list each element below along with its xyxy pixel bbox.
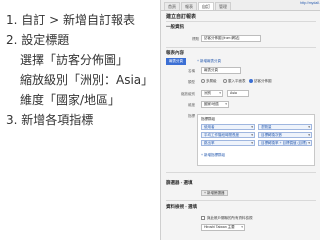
page-url[interactable]: http://mydall.my-... <box>300 1 320 5</box>
add-metric-group-link[interactable]: + 新增指標群組 <box>201 153 225 158</box>
zoom-region-input[interactable]: Asia <box>227 90 249 97</box>
type-option-label: 多層級 <box>206 79 217 83</box>
type-label: 類型 <box>188 80 195 84</box>
form-content: 建立自訂報表 一般資訊 標題 訪客分佈圖 [from 網站] 報表內容 報表分頁… <box>161 12 320 240</box>
view-section-title: 資料檢視 - 選填 <box>166 204 197 209</box>
tab-reports[interactable]: 報表 <box>181 2 197 10</box>
radio-selected-icon <box>249 79 253 84</box>
step-2: 2. 設定標題 <box>6 33 70 47</box>
name-input[interactable]: 報表分頁 <box>201 67 241 74</box>
metric-group-box: 指標群組 使用者 瀏覽量 平均工作階段時間長度 目標轉換次數 跳出率 目標轉換率… <box>197 114 315 166</box>
all-views-label: 與此帳戶關聯的所有資料檢視 <box>207 216 253 220</box>
page-title: 建立自訂報表 <box>166 14 197 20</box>
tab-home[interactable]: 首頁 <box>164 2 180 10</box>
all-views-checkbox[interactable] <box>201 216 205 220</box>
metric-chip[interactable]: 平均工作階段時間長度 <box>201 132 255 138</box>
metric-chip[interactable]: 跳出率 <box>201 140 255 146</box>
divider <box>166 47 316 48</box>
filter-section-title: 篩選器 - 選填 <box>166 180 193 185</box>
dimension-select[interactable]: 國家/地區 <box>201 101 229 108</box>
metric-label: 指標 <box>188 114 195 118</box>
step-2a: 選擇「訪客分佈圖」 <box>20 53 129 67</box>
instruction-panel: 1. 自訂 > 新增自訂報表 2. 設定標題 選擇「訪客分佈圖」 縮放級別「洲別… <box>0 0 160 240</box>
metric-group-title: 指標群組 <box>201 117 215 121</box>
metric-chip[interactable]: 使用者 <box>201 124 255 130</box>
type-table-radio[interactable]: 載入平面表 <box>223 79 246 84</box>
zoom-label: 縮放級別 <box>181 92 195 96</box>
report-editor-panel: 首頁 報表 自訂 管理 http://mydall.my-... 建立自訂報表 … <box>160 0 320 240</box>
dimension-label: 維度 <box>188 103 195 107</box>
step-1: 1. 自訂 > 新增自訂報表 <box>6 13 135 27</box>
type-option-label: 訪客分佈圖 <box>254 79 272 83</box>
radio-icon <box>201 79 205 84</box>
metric-chip[interactable]: 瀏覽量 <box>258 124 312 130</box>
name-label: 名稱 <box>188 69 195 73</box>
divider <box>166 21 316 22</box>
step-2c: 維度「國家/地區」 <box>20 93 121 107</box>
radio-icon <box>223 79 227 84</box>
tab-admin[interactable]: 管理 <box>215 2 231 10</box>
title-input[interactable]: 訪客分佈圖 [from 網站] <box>201 35 261 42</box>
metric-chip[interactable]: 目標轉換次數 <box>258 132 312 138</box>
type-option-label: 載入平面表 <box>228 79 246 83</box>
divider <box>166 200 316 201</box>
tab-custom[interactable]: 自訂 <box>198 2 214 10</box>
content-section-title: 報表內容 <box>166 50 184 55</box>
view-select[interactable]: Hiroshi Taiwan 主要 <box>201 224 245 231</box>
step-3: 3. 新增各項指標 <box>6 113 94 127</box>
title-label: 標題 <box>192 37 199 41</box>
metric-chip[interactable]: 目標轉換率 + 目標價值 (目標) <box>258 140 312 146</box>
divider <box>166 172 316 173</box>
zoom-level-select[interactable]: 洲別 <box>201 90 223 97</box>
report-tab-button[interactable]: 報表分頁 <box>166 58 186 65</box>
add-filter-button[interactable]: + 新增篩選器 <box>201 190 228 196</box>
type-explorer-radio[interactable]: 多層級 <box>201 79 217 84</box>
type-map-radio[interactable]: 訪客分佈圖 <box>249 79 272 84</box>
general-section-title: 一般資訊 <box>166 24 184 29</box>
add-report-tab-link[interactable]: + 新增報表分頁 <box>197 59 221 64</box>
step-2b: 縮放級別「洲別：Asia」 <box>20 73 154 87</box>
top-tab-bar: 首頁 報表 自訂 管理 http://mydall.my-... <box>161 0 320 11</box>
